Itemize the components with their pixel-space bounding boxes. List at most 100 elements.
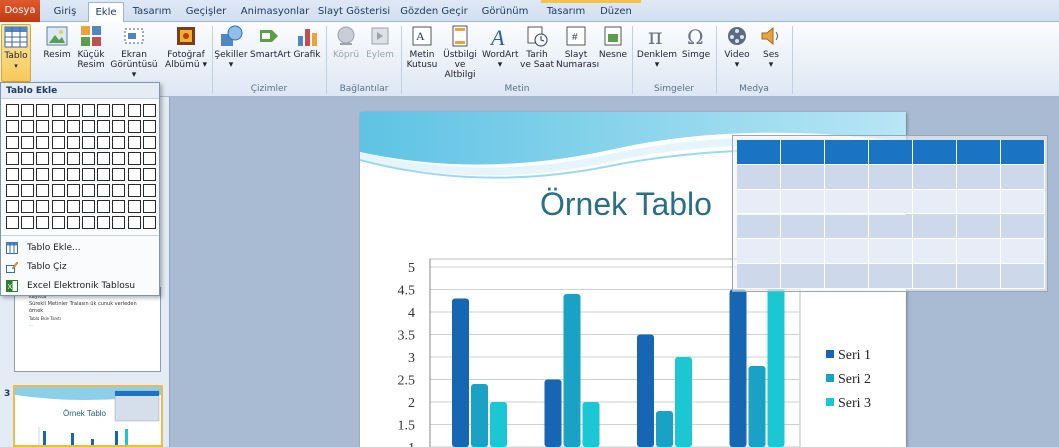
table-size-cell[interactable] [51,120,65,133]
table-cell[interactable] [869,164,913,190]
table-size-cell[interactable] [6,136,19,149]
table-cell[interactable] [869,264,913,289]
table-size-cell[interactable] [6,200,19,213]
table-size-cell[interactable] [112,120,126,133]
tab-slide-show[interactable]: Slayt Gösterisi [316,2,392,22]
table-size-cell[interactable] [97,184,111,197]
chart-button[interactable]: Grafik [292,24,322,60]
table-cell[interactable] [1001,164,1045,190]
table-cell[interactable] [957,214,1001,240]
slide-number-button[interactable]: # Slayt Numarası [556,24,599,70]
table-cell[interactable] [825,239,869,265]
table-cell[interactable] [1001,214,1045,240]
action-button[interactable]: Eylem [364,24,396,60]
table-cell[interactable] [781,164,825,190]
table-size-cell[interactable] [82,152,95,165]
screenshot-button[interactable]: Ekran Görüntüsü ▾ [108,24,160,80]
table-size-cell[interactable] [21,216,35,229]
tab-table-design[interactable]: Tasarım [541,2,591,22]
equation-button[interactable]: π Denklem ▾ [636,24,678,70]
table-cell[interactable] [869,239,913,265]
symbol-button[interactable]: Ω Simge [680,24,712,60]
smartart-button[interactable]: SmartArt [250,24,291,60]
table-cell[interactable] [737,239,781,265]
table-size-cell[interactable] [97,120,111,133]
table-cell[interactable] [781,189,825,215]
table-cell[interactable] [913,214,957,240]
table-size-cell[interactable] [127,168,141,181]
table-cell[interactable] [781,264,825,289]
table-size-cell[interactable] [51,200,65,213]
table-size-cell[interactable] [142,136,156,149]
audio-button[interactable]: Ses ▾ [756,24,786,70]
table-size-cell[interactable] [97,216,111,229]
table-size-cell[interactable] [112,216,126,229]
table-size-cell[interactable] [36,168,50,181]
table-size-cell[interactable] [112,152,126,165]
table-header-cell[interactable] [781,140,825,165]
table-header-cell[interactable] [957,140,1001,165]
table-size-cell[interactable] [142,184,156,197]
picture-button[interactable]: Resim [40,24,74,60]
table-size-cell[interactable] [66,104,80,117]
chart-bar[interactable] [490,402,507,447]
table-cell[interactable] [869,189,913,215]
table-size-cell[interactable] [127,104,141,117]
table-size-cell[interactable] [66,168,80,181]
table-button[interactable]: Tablo ▾ [1,24,31,82]
table-size-cell[interactable] [97,168,111,181]
table-cell[interactable] [1001,264,1045,289]
table-size-cell[interactable] [36,152,50,165]
table-size-cell[interactable] [82,200,95,213]
table-size-cell[interactable] [112,168,126,181]
table-cell[interactable] [781,239,825,265]
table-size-cell[interactable] [127,152,141,165]
chart-bar[interactable] [544,379,562,447]
excel-spreadsheet-menu-item[interactable]: X Excel Elektronik Tablosu [3,277,157,295]
table-size-cell[interactable] [51,216,65,229]
table-size-cell[interactable] [66,200,80,213]
table-size-cell[interactable] [51,104,65,117]
header-footer-button[interactable]: Üstbilgi ve Altbilgi [440,24,480,80]
table-cell[interactable] [957,189,1001,215]
table-size-cell[interactable] [66,216,80,229]
table-size-cell[interactable] [6,152,19,165]
draw-table-menu-item[interactable]: Tablo Çiz [3,258,157,276]
table-size-cell[interactable] [21,184,35,197]
table-size-cell[interactable] [142,120,156,133]
table-size-cell[interactable] [142,168,156,181]
table-size-cell[interactable] [51,152,65,165]
clip-art-button[interactable]: Küçük Resim [76,24,106,70]
table-size-cell[interactable] [82,184,95,197]
video-button[interactable]: Video ▾ [720,24,754,70]
table-cell[interactable] [1001,189,1045,215]
table-size-cell[interactable] [21,104,35,117]
chart-bar[interactable] [582,402,600,447]
table-size-cell[interactable] [6,168,19,181]
tab-home[interactable]: Giriş [45,2,85,22]
table-size-cell[interactable] [6,184,19,197]
table-size-cell[interactable] [127,184,141,197]
tab-table-layout[interactable]: Düzen [594,2,638,22]
table-size-cell[interactable] [66,136,80,149]
table-cell[interactable] [825,264,869,289]
table-size-cell[interactable] [97,136,111,149]
tab-insert[interactable]: Ekle [88,2,124,23]
tab-transitions[interactable]: Geçişler [180,2,232,22]
chart-bar[interactable] [452,298,469,447]
table-size-cell[interactable] [82,104,95,117]
table-size-cell[interactable] [97,152,111,165]
tab-design[interactable]: Tasarım [128,2,176,22]
table-cell[interactable] [737,189,781,215]
table-cell[interactable] [957,164,1001,190]
table-size-cell[interactable] [51,136,65,149]
table-cell[interactable] [825,189,869,215]
table-size-cell[interactable] [21,120,35,133]
table-size-cell[interactable] [142,200,156,213]
table-size-cell[interactable] [112,136,126,149]
table-size-cell[interactable] [127,216,141,229]
table-header-cell[interactable] [1001,140,1045,165]
table-size-cell[interactable] [112,104,126,117]
table-size-cell[interactable] [6,216,19,229]
insert-table-menu-item[interactable]: Tablo Ekle... [3,239,157,257]
